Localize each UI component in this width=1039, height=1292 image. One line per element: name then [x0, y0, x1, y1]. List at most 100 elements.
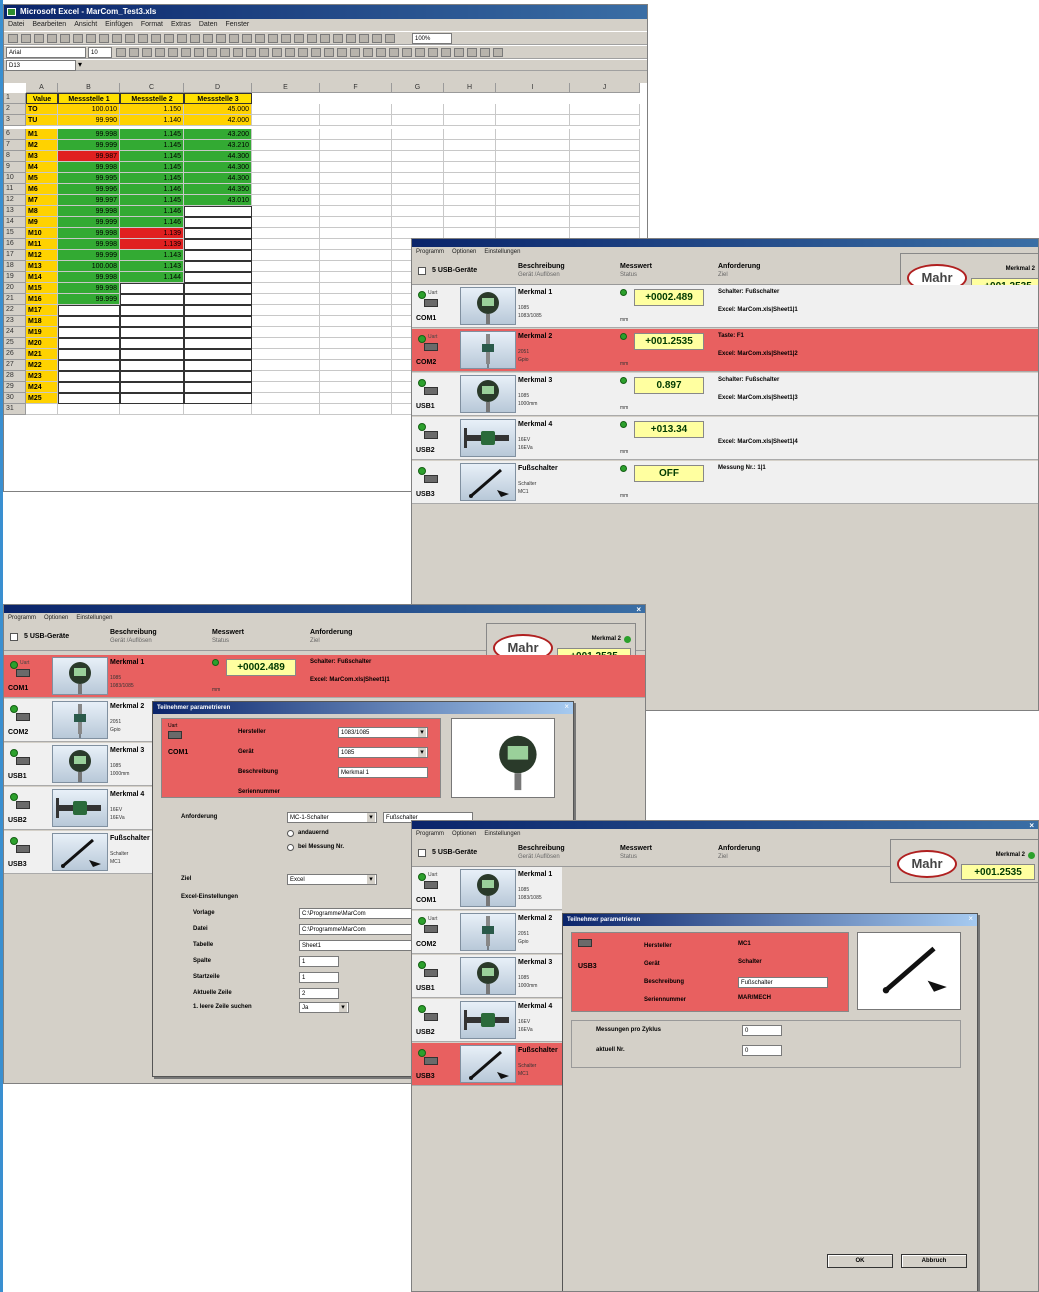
- toolbar-button-icon[interactable]: [207, 48, 217, 57]
- value-cell[interactable]: 42.000: [184, 115, 252, 126]
- value-cell[interactable]: 99.990: [58, 115, 120, 126]
- value-cell[interactable]: [120, 327, 184, 338]
- value-cell[interactable]: [184, 382, 252, 393]
- value-cell[interactable]: [120, 338, 184, 349]
- device-row[interactable]: USB3 Fußschalter Schalter MC1: [4, 831, 154, 874]
- column-header[interactable]: I: [496, 83, 570, 93]
- radio-continuous[interactable]: [287, 830, 294, 837]
- description-input[interactable]: Fußschalter: [738, 977, 828, 988]
- toolbar-button-icon[interactable]: [164, 34, 174, 43]
- value-cell[interactable]: [120, 283, 184, 294]
- row-header[interactable]: 20: [4, 283, 26, 294]
- empty-cell[interactable]: [570, 129, 640, 140]
- empty-cell[interactable]: [496, 184, 570, 195]
- empty-cell[interactable]: [320, 206, 392, 217]
- toolbar-button-icon[interactable]: [194, 48, 204, 57]
- toolbar-button-icon[interactable]: [190, 34, 200, 43]
- empty-cell[interactable]: [444, 162, 496, 173]
- empty-cell[interactable]: [444, 151, 496, 162]
- value-cell[interactable]: [58, 393, 120, 404]
- value-cell[interactable]: [120, 349, 184, 360]
- menu-item[interactable]: Programm: [8, 615, 36, 621]
- empty-cell[interactable]: [570, 184, 640, 195]
- device-row[interactable]: USB1 Merkmal 3 1085 1000mm: [412, 955, 562, 998]
- empty-cell[interactable]: [496, 206, 570, 217]
- label-cell[interactable]: M2: [26, 140, 58, 151]
- label-cell[interactable]: M23: [26, 371, 58, 382]
- toolbar-button-icon[interactable]: [389, 48, 399, 57]
- device-row[interactable]: USB1 Merkmal 3 1085 1000mm 0.897 mm Schalter: …: [412, 373, 1038, 416]
- empty-cell[interactable]: [252, 184, 320, 195]
- empty-cell[interactable]: [320, 151, 392, 162]
- empty-cell[interactable]: [252, 316, 320, 327]
- label-cell[interactable]: M14: [26, 272, 58, 283]
- value-cell[interactable]: [184, 261, 252, 272]
- value-cell[interactable]: [120, 360, 184, 371]
- empty-cell[interactable]: [320, 115, 392, 126]
- menu-item[interactable]: Format: [141, 21, 163, 28]
- toolbar-button-icon[interactable]: [268, 34, 278, 43]
- excel-field-input[interactable]: Ja: [299, 1002, 349, 1013]
- toolbar-button-icon[interactable]: [298, 48, 308, 57]
- empty-cell[interactable]: [392, 129, 444, 140]
- empty-cell[interactable]: [252, 206, 320, 217]
- close-icon[interactable]: ×: [1029, 821, 1034, 833]
- value-cell[interactable]: 99.999: [58, 140, 120, 151]
- value-cell[interactable]: 99.996: [58, 184, 120, 195]
- empty-cell[interactable]: [252, 349, 320, 360]
- value-cell[interactable]: [58, 404, 120, 415]
- value-cell[interactable]: 99.998: [58, 283, 120, 294]
- value-cell[interactable]: 1.143: [120, 261, 184, 272]
- value-cell[interactable]: 1.150: [120, 104, 184, 115]
- empty-cell[interactable]: [570, 195, 640, 206]
- toolbar-button-icon[interactable]: [86, 34, 96, 43]
- value-cell[interactable]: [58, 382, 120, 393]
- value-cell[interactable]: [58, 360, 120, 371]
- toolbar-button-icon[interactable]: [112, 34, 122, 43]
- row-header[interactable]: 28: [4, 371, 26, 382]
- column-header[interactable]: B: [58, 83, 120, 93]
- empty-cell[interactable]: [496, 217, 570, 228]
- target-select[interactable]: Excel: [287, 874, 377, 885]
- value-cell[interactable]: [184, 305, 252, 316]
- menu-item[interactable]: Einfügen: [105, 21, 133, 28]
- value-cell[interactable]: [184, 217, 252, 228]
- row-header[interactable]: 11: [4, 184, 26, 195]
- toolbar-button-icon[interactable]: [333, 34, 343, 43]
- toolbar-button-icon[interactable]: [294, 34, 304, 43]
- header-cell[interactable]: Messstelle 2: [120, 93, 184, 104]
- toolbar-button-icon[interactable]: [467, 48, 477, 57]
- empty-cell[interactable]: [320, 283, 392, 294]
- value-cell[interactable]: 99.999: [58, 217, 120, 228]
- label-cell[interactable]: TO: [26, 104, 58, 115]
- empty-cell[interactable]: [252, 305, 320, 316]
- value-cell[interactable]: 1.140: [120, 115, 184, 126]
- empty-cell[interactable]: [320, 382, 392, 393]
- toolbar-button-icon[interactable]: [454, 48, 464, 57]
- empty-cell[interactable]: [444, 140, 496, 151]
- menu-item[interactable]: Daten: [199, 21, 218, 28]
- empty-cell[interactable]: [320, 316, 392, 327]
- value-cell[interactable]: 100.010: [58, 104, 120, 115]
- value-cell[interactable]: 1.145: [120, 173, 184, 184]
- empty-cell[interactable]: [320, 338, 392, 349]
- empty-cell[interactable]: [570, 115, 640, 126]
- toolbar-button-icon[interactable]: [242, 34, 252, 43]
- close-icon[interactable]: ×: [564, 702, 569, 711]
- toolbar-button-icon[interactable]: [350, 48, 360, 57]
- row-header[interactable]: 15: [4, 228, 26, 239]
- empty-cell[interactable]: [392, 140, 444, 151]
- value-cell[interactable]: 1.145: [120, 140, 184, 151]
- label-cell[interactable]: M19: [26, 327, 58, 338]
- value-cell[interactable]: [120, 404, 184, 415]
- empty-cell[interactable]: [392, 217, 444, 228]
- row-header[interactable]: 23: [4, 316, 26, 327]
- value-cell[interactable]: 44.350: [184, 184, 252, 195]
- empty-cell[interactable]: [252, 294, 320, 305]
- row-header[interactable]: 21: [4, 294, 26, 305]
- value-cell[interactable]: [184, 272, 252, 283]
- row-header[interactable]: 18: [4, 261, 26, 272]
- toolbar-button-icon[interactable]: [216, 34, 226, 43]
- value-cell[interactable]: [184, 239, 252, 250]
- empty-cell[interactable]: [252, 228, 320, 239]
